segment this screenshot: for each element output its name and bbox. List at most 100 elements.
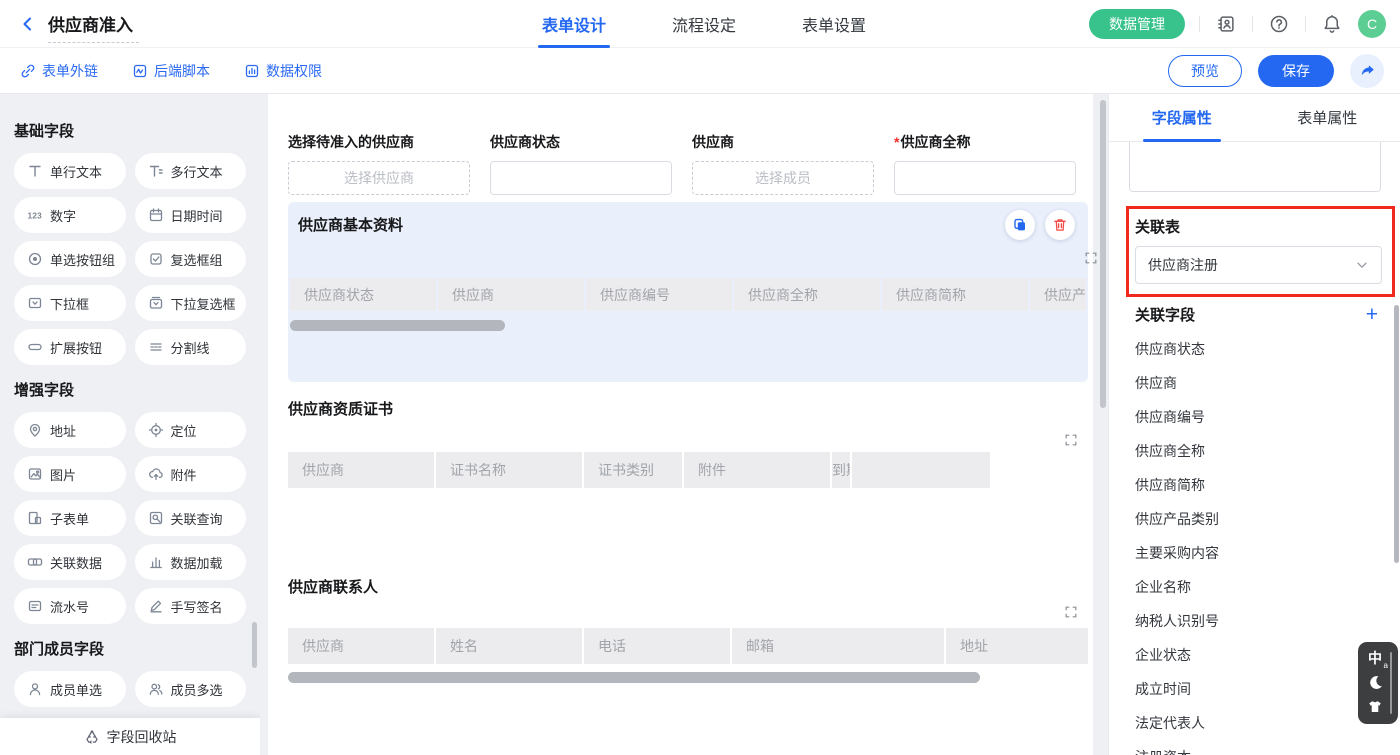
member-single-icon — [27, 681, 43, 697]
extend-button-icon — [27, 339, 43, 355]
add-field-button[interactable]: + — [1366, 304, 1378, 325]
subtable-panel-supplier-contacts[interactable]: 供应商联系人 — [288, 576, 378, 597]
field-type-button[interactable]: 日期时间 — [135, 197, 247, 233]
field-type-button[interactable]: 地址 — [14, 412, 126, 448]
field-type-button[interactable]: 下拉框 — [14, 285, 126, 321]
related-field-item[interactable]: 供应商状态 — [1135, 332, 1386, 366]
canvas-field-supplier[interactable]: 供应商 选择成员 — [692, 132, 874, 195]
related-field-item[interactable]: 企业名称 — [1135, 570, 1386, 604]
canvas-field-select-supplier[interactable]: 选择待准入的供应商 选择供应商 — [288, 132, 470, 195]
field-type-button[interactable]: 定位 — [135, 412, 247, 448]
field-type-button[interactable]: 下拉复选框 — [135, 285, 247, 321]
column-header: 到期时间 — [832, 452, 850, 488]
column-header: 供应商 — [288, 452, 434, 488]
field-type-button[interactable]: 单行文本 — [14, 153, 126, 189]
back-button[interactable] — [14, 10, 42, 38]
field-type-button[interactable]: 扩展按钮 — [14, 329, 126, 365]
field-recycle-label: 字段回收站 — [107, 727, 177, 747]
dark-mode-moon-icon[interactable] — [1367, 674, 1384, 691]
field-type-button[interactable]: 成员单选 — [14, 671, 126, 707]
column-header: 电话 — [584, 628, 730, 664]
related-field-item[interactable]: 供应商编号 — [1135, 400, 1386, 434]
data-load-icon — [148, 554, 164, 570]
field-label: 供应商状态 — [490, 132, 672, 152]
field-type-button[interactable]: 分割线 — [135, 329, 247, 365]
field-type-label: 子表单 — [50, 509, 89, 528]
canvas-vertical-scrollbar[interactable] — [1100, 100, 1106, 408]
field-type-label: 扩展按钮 — [50, 338, 102, 357]
field-type-button[interactable]: 123 数字 — [14, 197, 126, 233]
supplier-fullname-input[interactable] — [894, 161, 1076, 195]
help-icon[interactable] — [1267, 12, 1291, 36]
subtable-horizontal-scrollbar[interactable] — [290, 320, 505, 331]
translate-icon[interactable]: 中a — [1368, 651, 1382, 665]
avatar[interactable]: C — [1358, 10, 1386, 38]
tab-form-properties[interactable]: 表单属性 — [1255, 94, 1400, 141]
toolbar-link[interactable]: 表单外链 — [20, 61, 98, 81]
related-field-item[interactable]: 供应商全称 — [1135, 434, 1386, 468]
subtable-panel-supplier-certificates[interactable]: 供应商资质证书 — [288, 398, 393, 419]
share-button[interactable] — [1350, 54, 1384, 88]
related-table-value: 供应商注册 — [1148, 255, 1218, 275]
field-type-button[interactable]: 附件 — [135, 456, 247, 492]
related-field-item[interactable]: 法定代表人 — [1135, 706, 1386, 740]
field-type-button[interactable]: 手写签名 — [135, 588, 247, 624]
field-type-button[interactable]: 图片 — [14, 456, 126, 492]
related-field-item[interactable]: 纳税人识别号 — [1135, 604, 1386, 638]
app-header: 供应商准入 表单设计 流程设定 表单设置 数据管理 C — [0, 0, 1400, 48]
related-field-item[interactable]: 供应产品类别 — [1135, 502, 1386, 536]
form-title-editable[interactable]: 供应商准入 — [48, 11, 133, 36]
expand-icon[interactable] — [1064, 605, 1078, 619]
theme-shirt-icon[interactable] — [1367, 699, 1383, 715]
delete-button[interactable] — [1045, 210, 1075, 240]
tab-form-design[interactable]: 表单设计 — [540, 0, 608, 48]
related-field-item[interactable]: 供应商简称 — [1135, 468, 1386, 502]
toolbar-link[interactable]: 后端脚本 — [132, 61, 210, 81]
subtable-panel-supplier-basic[interactable]: 供应商基本资料 供应商状态供应商供应商编号供应商全称供应商简称供应产品类别 — [288, 202, 1088, 382]
property-input-partial[interactable] — [1129, 142, 1381, 192]
field-type-button[interactable]: 子表单 — [14, 500, 126, 536]
field-type-button[interactable]: 关联查询 — [135, 500, 247, 536]
image-icon — [27, 466, 43, 482]
trash-icon — [1052, 217, 1068, 233]
tab-flow-setting[interactable]: 流程设定 — [670, 0, 738, 48]
field-type-button[interactable]: 成员多选 — [135, 671, 247, 707]
tab-form-setting[interactable]: 表单设置 — [800, 0, 868, 48]
supplier-picker-input[interactable]: 选择供应商 — [288, 161, 470, 195]
subtable-horizontal-scrollbar[interactable] — [288, 672, 980, 683]
save-button[interactable]: 保存 — [1258, 55, 1334, 87]
related-field-item[interactable]: 注册资本 — [1135, 740, 1386, 755]
field-type-label: 多行文本 — [171, 162, 223, 181]
expand-icon[interactable] — [1084, 251, 1098, 265]
field-type-label: 分割线 — [171, 338, 210, 357]
tab-field-properties[interactable]: 字段属性 — [1109, 94, 1255, 141]
field-type-button[interactable]: 复选框组 — [135, 241, 247, 277]
field-type-button[interactable]: 单选按钮组 — [14, 241, 126, 277]
field-type-button[interactable]: 流水号 — [14, 588, 126, 624]
related-field-item[interactable]: 企业状态 — [1135, 638, 1386, 672]
sidebar-scrollbar[interactable] — [252, 622, 257, 668]
related-field-item[interactable]: 成立时间 — [1135, 672, 1386, 706]
data-permission-icon — [244, 63, 260, 79]
field-type-label: 定位 — [171, 421, 197, 440]
field-recycle-bin[interactable]: 字段回收站 — [0, 718, 260, 755]
form-canvas: 选择待准入的供应商 选择供应商 供应商状态 供应商 选择成员 *供应商全称 供应… — [260, 94, 1108, 755]
supplier-status-input[interactable] — [490, 161, 672, 195]
canvas-field-supplier-status[interactable]: 供应商状态 — [490, 132, 672, 195]
copy-button[interactable] — [1005, 210, 1035, 240]
canvas-field-supplier-fullname[interactable]: *供应商全称 — [894, 132, 1076, 195]
related-field-item[interactable]: 主要采购内容 — [1135, 536, 1386, 570]
field-type-button[interactable]: 多行文本 — [135, 153, 247, 189]
toolbar-link[interactable]: 数据权限 — [244, 61, 322, 81]
related-table-select[interactable]: 供应商注册 — [1135, 246, 1382, 284]
related-field-item[interactable]: 供应商 — [1135, 366, 1386, 400]
member-picker-input[interactable]: 选择成员 — [692, 161, 874, 195]
preview-button[interactable]: 预览 — [1168, 55, 1242, 87]
field-type-button[interactable]: 数据加载 — [135, 544, 247, 580]
properties-scrollbar[interactable] — [1394, 305, 1399, 563]
bell-icon[interactable] — [1320, 12, 1344, 36]
contact-book-icon[interactable] — [1214, 12, 1238, 36]
field-type-button[interactable]: 关联数据 — [14, 544, 126, 580]
expand-icon[interactable] — [1064, 433, 1078, 447]
data-manage-button[interactable]: 数据管理 — [1089, 9, 1185, 39]
